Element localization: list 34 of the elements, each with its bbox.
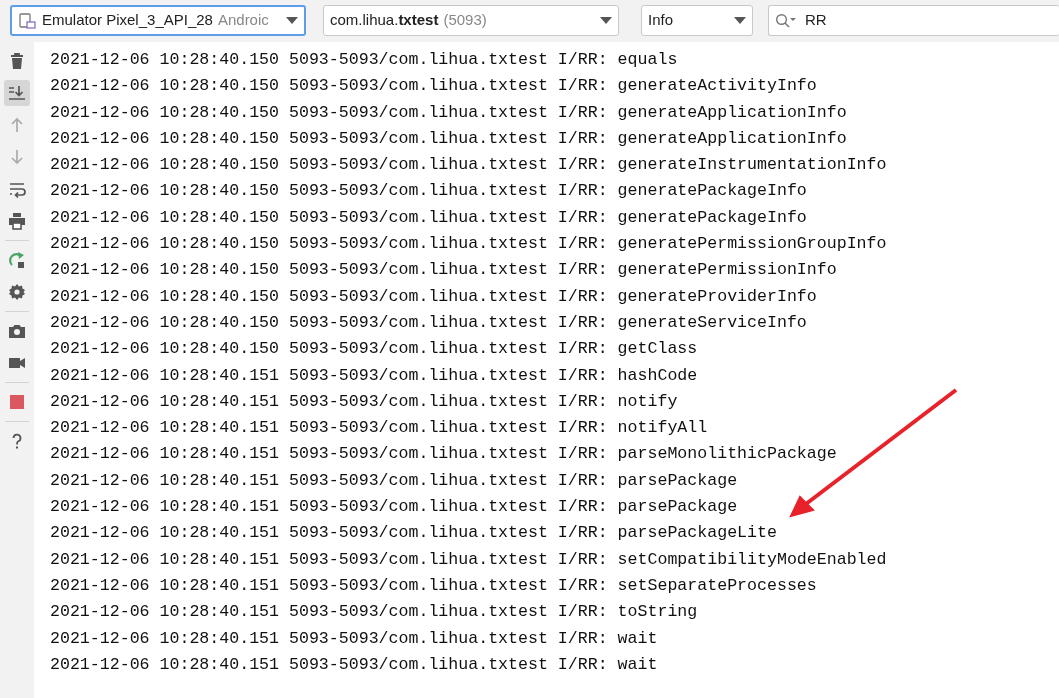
- log-line: 2021-12-06 10:28:40.151 5093-5093/com.lihua.txtest I/RR: notify: [50, 390, 679, 413]
- log-line: 2021-12-06 10:28:40.150 5093-5093/com.lihua.txtest I/RR: generateApplicationInfo: [50, 127, 848, 150]
- log-line: 2021-12-06 10:28:40.150 5093-5093/com.lihua.txtest I/RR: generateServiceInfo: [50, 311, 808, 334]
- log-line: 2021-12-06 10:28:40.150 5093-5093/com.lihua.txtest I/RR: generateActivityInfo: [50, 75, 818, 98]
- log-line: 2021-12-06 10:28:40.150 5093-5093/com.lihua.txtest I/RR: generateApplicationInfo: [50, 101, 848, 124]
- log-line: 2021-12-06 10:28:40.151 5093-5093/com.lihua.txtest I/RR: parseMonolithicPackage: [50, 443, 838, 466]
- log-line: 2021-12-06 10:28:40.151 5093-5093/com.lihua.txtest I/RR: wait: [50, 627, 659, 650]
- log-line: 2021-12-06 10:28:40.151 5093-5093/com.lihua.txtest I/RR: setCompatibilityModeEnabled: [50, 548, 888, 571]
- log-line: 2021-12-06 10:28:40.151 5093-5093/com.lihua.txtest I/RR: parsePackage: [50, 469, 739, 492]
- search-field[interactable]: RR: [768, 5, 1059, 36]
- log-line: 2021-12-06 10:28:40.151 5093-5093/com.lihua.txtest I/RR: wait: [50, 653, 659, 676]
- process-dropdown[interactable]: com.lihua.txtest (5093): [323, 5, 619, 36]
- caret-icon: [286, 16, 298, 25]
- scroll-to-end-icon[interactable]: [4, 80, 30, 106]
- log-line: 2021-12-06 10:28:40.150 5093-5093/com.lihua.txtest I/RR: generatePermissionInfo: [50, 259, 838, 282]
- device-icon: [18, 11, 36, 30]
- log-line: 2021-12-06 10:28:40.150 5093-5093/com.lihua.txtest I/RR: generatePackageInfo: [50, 206, 808, 229]
- log-line: 2021-12-06 10:28:40.151 5093-5093/com.lihua.txtest I/RR: parsePackageLite: [50, 522, 778, 545]
- log-line: 2021-12-06 10:28:40.151 5093-5093/com.lihua.txtest I/RR: parsePackage: [50, 496, 739, 519]
- log-line: 2021-12-06 10:28:40.150 5093-5093/com.lihua.txtest I/RR: equals: [50, 49, 679, 71]
- caret-icon: [600, 16, 612, 25]
- caret-icon: [734, 16, 746, 25]
- log-line: 2021-12-06 10:28:40.151 5093-5093/com.lihua.txtest I/RR: hashCode: [50, 364, 699, 387]
- search-icon: [775, 12, 797, 29]
- log-line: 2021-12-06 10:28:40.151 5093-5093/com.lihua.txtest I/RR: toString: [50, 601, 699, 624]
- log-line: 2021-12-06 10:28:40.150 5093-5093/com.lihua.txtest I/RR: getClass: [50, 338, 699, 361]
- log-line: 2021-12-06 10:28:40.151 5093-5093/com.lihua.txtest I/RR: setSeparateProcesses: [50, 574, 818, 597]
- log-line: 2021-12-06 10:28:40.150 5093-5093/com.lihua.txtest I/RR: generatePermissionGroupInfo: [50, 233, 888, 256]
- log-line: 2021-12-06 10:28:40.150 5093-5093/com.lihua.txtest I/RR: generateProviderInfo: [50, 285, 818, 308]
- log-level-dropdown[interactable]: Info: [641, 5, 753, 36]
- log-line: 2021-12-06 10:28:40.150 5093-5093/com.lihua.txtest I/RR: generatePackageInfo: [50, 180, 808, 203]
- log-line: 2021-12-06 10:28:40.151 5093-5093/com.lihua.txtest I/RR: notifyAll: [50, 417, 709, 440]
- log-line: 2021-12-06 10:28:40.150 5093-5093/com.lihua.txtest I/RR: generateInstrumentationInfo: [50, 154, 888, 177]
- device-dropdown[interactable]: Emulator Pixel_3_API_28 Androic: [10, 5, 306, 36]
